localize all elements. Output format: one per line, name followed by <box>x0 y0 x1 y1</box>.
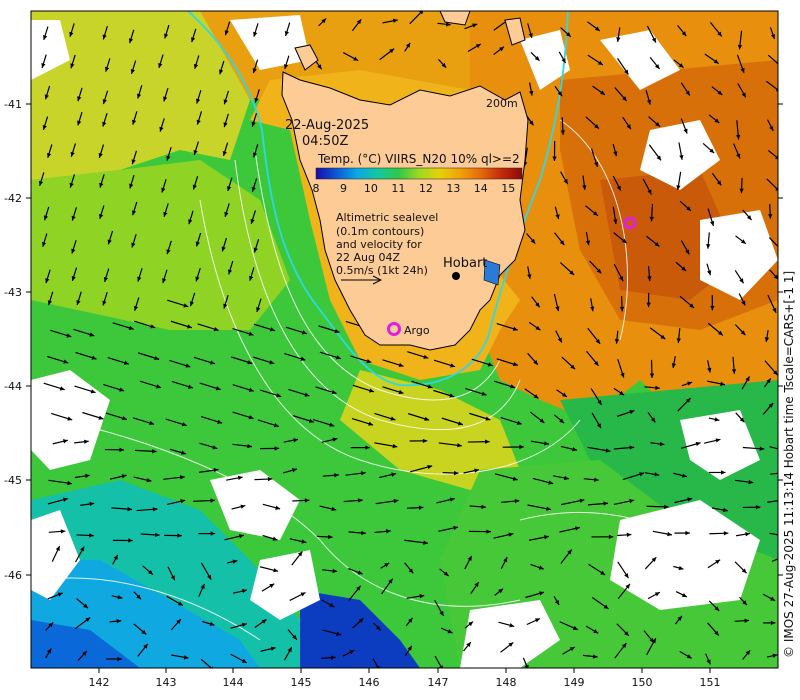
lon-tick-label: 145 <box>291 676 312 689</box>
lon-tick-label: 151 <box>700 676 721 689</box>
colorbar-swatch <box>315 167 523 180</box>
colorbar-tick-label: 14 <box>474 182 488 195</box>
colorbar-tick-label: 8 <box>313 182 320 195</box>
lon-tick-label: 148 <box>496 676 517 689</box>
lat-tick-label: -45 <box>4 474 22 487</box>
colorbar-tick-label: 15 <box>501 182 515 195</box>
colorbar-title: Temp. (°C) VIIRS_N20 10% ql>=2 <box>317 152 520 166</box>
lon-tick-label: 144 <box>223 676 244 689</box>
colorbar-tick-label: 10 <box>364 182 378 195</box>
legend-line-2: (0.1m contours) <box>336 225 424 238</box>
colorbar-tick-label: 12 <box>419 182 433 195</box>
lat-tick-label: -42 <box>4 192 22 205</box>
lat-tick-label: -41 <box>4 98 22 111</box>
legend-line-5: 0.5m/s (1kt 24h) <box>336 264 428 277</box>
colorbar-tick-label: 11 <box>391 182 405 195</box>
lon-tick-label: 147 <box>428 676 449 689</box>
lon-tick-label: 150 <box>632 676 653 689</box>
date-label: 22-Aug-2025 <box>285 118 369 133</box>
colorbar-tick-label: 9 <box>340 182 347 195</box>
lon-tick-label: 146 <box>359 676 380 689</box>
longitude-axis: 142 143 144 145 146 147 148 149 150 151 <box>89 668 721 689</box>
legend-line-1: Altimetric sealevel <box>336 211 438 224</box>
legend-line-3: and velocity for <box>336 238 422 251</box>
lon-tick-label: 143 <box>156 676 177 689</box>
argo-label: Argo <box>404 324 430 337</box>
isobath-label: 200m <box>486 97 518 110</box>
colorbar-tick-label: 13 <box>446 182 460 195</box>
sst-map-figure: Temp. (°C) VIIRS_N20 10% ql>=2 8 9 10 11 12 1… <box>4 10 796 689</box>
lon-tick-label: 149 <box>564 676 585 689</box>
lon-tick-label: 142 <box>89 676 110 689</box>
lat-tick-label: -44 <box>4 380 22 393</box>
lat-tick-label: -46 <box>4 569 22 582</box>
hobart-label: Hobart <box>443 256 487 271</box>
lat-tick-label: -43 <box>4 286 22 299</box>
credit-text: © IMOS 27-Aug-2025 11:13:14 Hobart time … <box>782 271 796 658</box>
time-label: 04:50Z <box>302 134 348 149</box>
velocity-arrow-head <box>777 66 778 67</box>
legend-line-4: 22 Aug 04Z <box>336 251 400 264</box>
